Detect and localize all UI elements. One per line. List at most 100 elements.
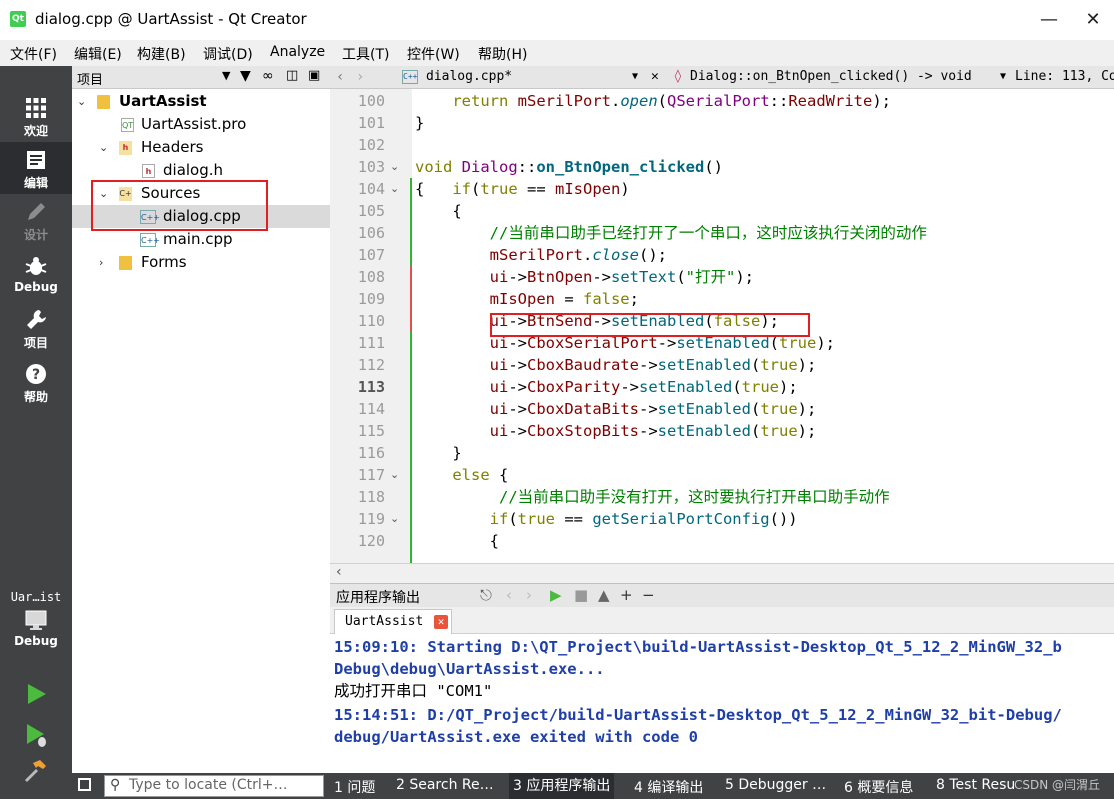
close-file-icon[interactable]: ✕ xyxy=(651,69,659,84)
line-number: 118 xyxy=(357,488,385,506)
menu-widgets[interactable]: 控件(W) xyxy=(407,44,460,64)
open-file-name[interactable]: dialog.cpp* xyxy=(426,69,512,84)
nav-back-icon[interactable]: ‹ xyxy=(336,69,344,85)
output-tab[interactable]: UartAssist ✕ xyxy=(334,609,452,634)
stop-icon[interactable]: ■ xyxy=(574,586,588,604)
status-tab-general[interactable]: 6 概要信息 xyxy=(844,777,913,797)
line-number: 110 xyxy=(357,312,385,330)
clear-icon[interactable]: ▲ xyxy=(598,586,610,604)
output-pane-title: 应用程序输出 xyxy=(336,590,420,606)
title-bar: Qt dialog.cpp @ UartAssist - Qt Creator … xyxy=(0,0,1114,40)
line-number: 106 xyxy=(357,224,385,242)
menu-tools[interactable]: 工具(T) xyxy=(342,44,389,64)
fold-chevron-icon[interactable]: ⌄ xyxy=(390,464,404,486)
close-panel-icon[interactable]: ▣ xyxy=(308,68,320,83)
application-output[interactable]: 15:09:10: Starting D:\QT_Project\build-U… xyxy=(330,634,1114,773)
zoom-in-icon[interactable]: + xyxy=(620,586,633,604)
status-tab-search[interactable]: 2 Search Re… xyxy=(396,777,494,793)
filter-icon[interactable]: ▼ xyxy=(240,68,251,84)
close-button[interactable]: ✕ xyxy=(1078,6,1108,34)
project-folder-icon xyxy=(97,95,110,109)
minimize-button[interactable]: — xyxy=(1034,6,1064,34)
link-icon[interactable]: ∞ xyxy=(262,68,274,84)
projects-panel-header: 项目 ▼ ▼ ∞ ◫ ▣ xyxy=(72,66,330,89)
tree-item-forms[interactable]: › Forms xyxy=(72,251,330,274)
nav-forward-icon[interactable]: › xyxy=(356,69,364,85)
header-folder-icon: h xyxy=(119,141,132,155)
mode-help[interactable]: ? 帮助 xyxy=(0,356,72,408)
run-button[interactable] xyxy=(24,682,48,706)
code-line: { if(true == mIsOpen) xyxy=(415,180,630,198)
line-number: 108 xyxy=(357,268,385,286)
debug-run-button[interactable] xyxy=(24,722,50,748)
rerun-icon[interactable]: ▶ xyxy=(550,586,562,604)
header-file-icon: h xyxy=(142,164,155,178)
kit-selector[interactable]: Uar…ist Debug xyxy=(0,588,72,664)
code-line: //当前串口助手没有打开，这时要执行打开串口助手动作 xyxy=(499,488,890,506)
line-number: 101 xyxy=(357,114,385,132)
change-marker xyxy=(410,310,412,332)
line-number: 105 xyxy=(357,202,385,220)
menu-analyze[interactable]: Analyze xyxy=(270,44,325,60)
tree-item-header-file[interactable]: h dialog.h xyxy=(72,159,330,182)
code-line: else { xyxy=(452,466,509,484)
toggle-sidebar-icon[interactable] xyxy=(78,778,91,791)
code-editor[interactable]: 100 101 102 103 104 105 106 107 108 109 … xyxy=(330,89,1114,563)
status-tab-issues[interactable]: 1 问题 xyxy=(334,777,375,797)
menu-debug[interactable]: 调试(D) xyxy=(203,44,253,64)
tree-item-source-main[interactable]: C++ main.cpp xyxy=(72,228,330,251)
bug-icon xyxy=(25,257,47,275)
menu-build[interactable]: 构建(B) xyxy=(137,44,186,64)
code-line: ui->CboxDataBits->setEnabled(true); xyxy=(489,400,817,418)
view-dropdown-chevron-icon[interactable]: ▼ xyxy=(222,69,230,82)
menu-edit[interactable]: 编辑(E) xyxy=(74,44,122,64)
code-line: } xyxy=(415,114,425,132)
locator-input[interactable]: ⚲ Type to locate (Ctrl+… xyxy=(104,775,324,797)
scroll-left-icon[interactable]: ‹ xyxy=(336,564,342,580)
highlight-box xyxy=(91,180,268,231)
tree-item-project[interactable]: ⌄ UartAssist xyxy=(72,90,330,113)
next-icon[interactable]: › xyxy=(526,586,532,604)
status-tab-test-results[interactable]: 8 Test Resu xyxy=(936,777,1015,793)
chevron-down-icon[interactable]: ⌄ xyxy=(77,90,91,113)
menu-file[interactable]: 文件(F) xyxy=(10,44,57,64)
fold-chevron-icon[interactable]: ⌄ xyxy=(390,508,404,530)
mode-projects[interactable]: 项目 xyxy=(0,302,72,354)
attach-icon[interactable]: ⎋ xyxy=(480,586,492,604)
mode-design[interactable]: 设计 xyxy=(0,194,72,246)
qt-logo-icon: Qt xyxy=(10,11,26,27)
file-dropdown-chevron-icon[interactable]: ▼ xyxy=(632,71,638,82)
build-hammer-button[interactable] xyxy=(22,758,48,784)
code-line: return mSerilPort.open(QSerialPort::Read… xyxy=(452,92,892,110)
mode-welcome[interactable]: 欢迎 xyxy=(0,90,72,142)
code-line: ui->CboxParity->setEnabled(true); xyxy=(489,378,798,396)
mode-debug[interactable]: Debug xyxy=(0,248,72,300)
cursor-position[interactable]: Line: 113, Co xyxy=(1015,69,1114,84)
pencil-icon xyxy=(28,203,45,220)
line-number: 117 xyxy=(357,466,385,484)
split-icon[interactable]: ◫ xyxy=(286,68,298,83)
output-tab-label: UartAssist xyxy=(345,614,424,629)
search-icon: ⚲ xyxy=(110,777,121,793)
symbol-dropdown-chevron-icon[interactable]: ▼ xyxy=(1000,71,1006,82)
symbol-selector[interactable]: Dialog::on_BtnOpen_clicked() -> void xyxy=(690,69,972,84)
tree-item-headers[interactable]: ⌄ h Headers xyxy=(72,136,330,159)
horizontal-scrollbar[interactable]: ‹ xyxy=(330,563,1114,583)
chevron-down-icon[interactable]: ⌄ xyxy=(99,136,113,159)
prev-icon[interactable]: ‹ xyxy=(506,586,512,604)
tree-item-pro-file[interactable]: QT UartAssist.pro xyxy=(72,113,330,136)
status-tab-debugger[interactable]: 5 Debugger … xyxy=(725,777,826,793)
menu-help[interactable]: 帮助(H) xyxy=(478,44,527,64)
fold-chevron-icon[interactable]: ⌄ xyxy=(390,178,404,200)
chevron-right-icon[interactable]: › xyxy=(99,251,113,274)
zoom-out-icon[interactable]: − xyxy=(642,586,655,604)
cpp-file-icon: C++ xyxy=(402,70,418,84)
monitor-icon xyxy=(25,610,47,630)
line-number: 111 xyxy=(357,334,385,352)
fold-chevron-icon[interactable]: ⌄ xyxy=(390,156,404,178)
status-tab-compile-output[interactable]: 4 编译输出 xyxy=(634,777,703,797)
code-line: ui->BtnOpen->setText("打开"); xyxy=(489,268,755,286)
status-tab-app-output[interactable]: 3 应用程序输出 xyxy=(509,773,615,799)
mode-edit[interactable]: 编辑 xyxy=(0,142,72,194)
close-tab-icon[interactable]: ✕ xyxy=(434,615,448,629)
